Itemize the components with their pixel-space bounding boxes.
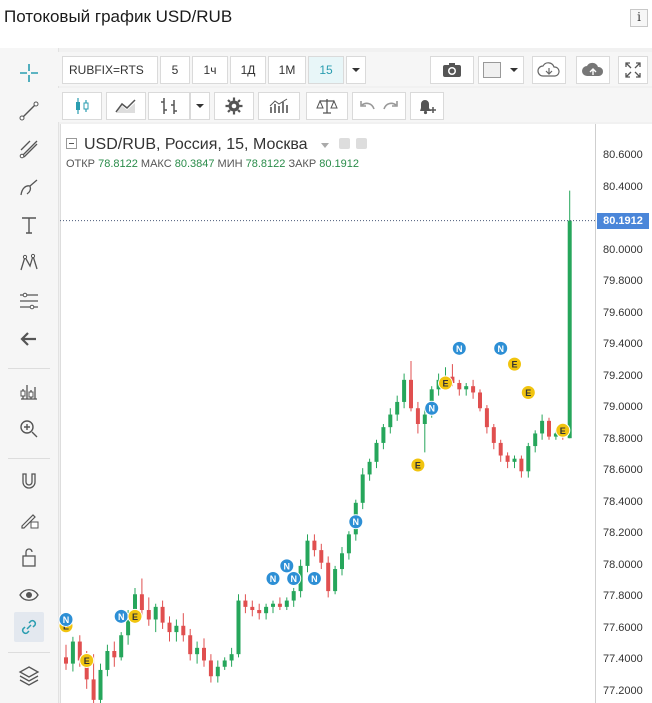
redo-icon[interactable] — [382, 99, 400, 113]
price-tick-label: 78.2000 — [603, 527, 643, 540]
legend-collapse-icon[interactable] — [66, 138, 77, 149]
screenshot-button[interactable] — [430, 56, 474, 84]
drawing-toolbar — [0, 48, 59, 703]
chart-type-dropdown[interactable] — [190, 92, 210, 120]
low-value: 78.8122 — [245, 158, 286, 170]
measure-icon[interactable] — [14, 376, 44, 406]
chart-area[interactable] — [60, 124, 652, 703]
price-tick-label: 78.6000 — [603, 464, 643, 477]
price-tick-label: 78.4000 — [603, 495, 643, 508]
legend-close-icon[interactable] — [356, 138, 367, 149]
bar-style-icon[interactable] — [148, 92, 190, 120]
top-toolbar: RUBFIX=RTS 5 1ч 1Д 1М 15 — [58, 52, 652, 86]
price-scale-border — [595, 124, 596, 703]
undo-redo-group — [352, 92, 406, 120]
line-chart-icon[interactable] — [106, 92, 146, 120]
legend-dropdown-icon[interactable] — [321, 143, 329, 148]
symbol-input[interactable]: RUBFIX=RTS — [62, 56, 158, 84]
crosshair-icon[interactable] — [14, 58, 44, 88]
page-header: Потоковый график USD/RUB i — [0, 0, 652, 36]
cloud-download-icon[interactable] — [532, 56, 566, 84]
link-icon[interactable] — [14, 612, 44, 642]
fullscreen-icon[interactable] — [618, 56, 648, 84]
low-label: МИН — [217, 158, 243, 170]
timeframe-5[interactable]: 5 — [160, 56, 190, 84]
brush-icon[interactable] — [14, 172, 44, 202]
chevron-down-icon — [352, 68, 360, 72]
price-tick-label: 79.6000 — [603, 306, 643, 319]
timeframe-1m[interactable]: 1М — [268, 56, 306, 84]
legend-settings-icon[interactable] — [339, 138, 350, 149]
open-value: 78.8122 — [98, 158, 138, 170]
settings-gear-icon[interactable] — [214, 92, 254, 120]
price-tick-label: 77.2000 — [603, 685, 643, 697]
high-value: 80.3847 — [174, 158, 215, 170]
timeframe-dropdown[interactable] — [346, 56, 366, 84]
compare-scales-icon[interactable] — [306, 92, 348, 120]
price-tick-label: 78.8000 — [603, 432, 643, 445]
camera-icon — [443, 63, 461, 77]
pattern-icon[interactable] — [14, 248, 44, 278]
close-value: 80.1912 — [319, 158, 360, 170]
last-price-tag: 80.1912 — [597, 212, 649, 229]
close-label: ЗАКР — [288, 158, 317, 170]
info-icon[interactable]: i — [630, 9, 648, 27]
page-title: Потоковый график USD/RUB — [4, 7, 233, 26]
price-tick-label: 78.0000 — [603, 558, 643, 571]
lock-drawings-icon[interactable] — [14, 504, 44, 534]
legend-title: USD/RUB, Россия, 15, Москва — [84, 136, 308, 153]
alert-bell-icon[interactable] — [410, 92, 444, 120]
price-tick-label: 77.6000 — [603, 621, 643, 634]
price-tick-label: 79.8000 — [603, 275, 643, 288]
price-tick-label: 80.0000 — [603, 243, 643, 256]
text-tool-icon[interactable] — [14, 210, 44, 240]
pitchfork-icon[interactable] — [14, 134, 44, 164]
price-tick-label: 79.2000 — [603, 369, 643, 382]
arrow-left-icon[interactable] — [14, 324, 44, 354]
unlock-icon[interactable] — [14, 542, 44, 572]
fib-retracement-icon[interactable] — [14, 286, 44, 316]
price-tick-label: 80.4000 — [603, 180, 643, 193]
price-tick-label: 77.4000 — [603, 653, 643, 666]
open-label: ОТКР — [66, 158, 96, 170]
eye-icon[interactable] — [14, 580, 44, 610]
cloud-upload-icon[interactable] — [576, 56, 610, 84]
price-tick-label: 80.6000 — [603, 149, 643, 161]
timeframe-15[interactable]: 15 — [308, 56, 344, 84]
high-label: МАКС — [140, 158, 172, 170]
price-tick-label: 79.4000 — [603, 338, 643, 351]
zoom-in-icon[interactable] — [14, 414, 44, 444]
candles-icon[interactable] — [62, 92, 102, 120]
magnet-icon[interactable] — [14, 466, 44, 496]
undo-icon[interactable] — [358, 99, 376, 113]
layers-icon[interactable] — [14, 660, 44, 690]
ohlc-legend: ОТКР 78.8122 МАКС 80.3847 МИН 78.8122 ЗА… — [66, 158, 359, 170]
secondary-toolbar — [58, 88, 652, 122]
timeframe-1d[interactable]: 1Д — [230, 56, 266, 84]
indicators-icon[interactable] — [258, 92, 300, 120]
timeframe-1h[interactable]: 1ч — [192, 56, 228, 84]
chevron-down-icon — [510, 68, 518, 72]
price-tick-label: 77.8000 — [603, 590, 643, 603]
chevron-down-icon — [196, 104, 204, 108]
price-tick-label: 79.0000 — [603, 401, 643, 414]
trend-line-icon[interactable] — [14, 96, 44, 126]
color-picker-button[interactable] — [478, 56, 524, 84]
